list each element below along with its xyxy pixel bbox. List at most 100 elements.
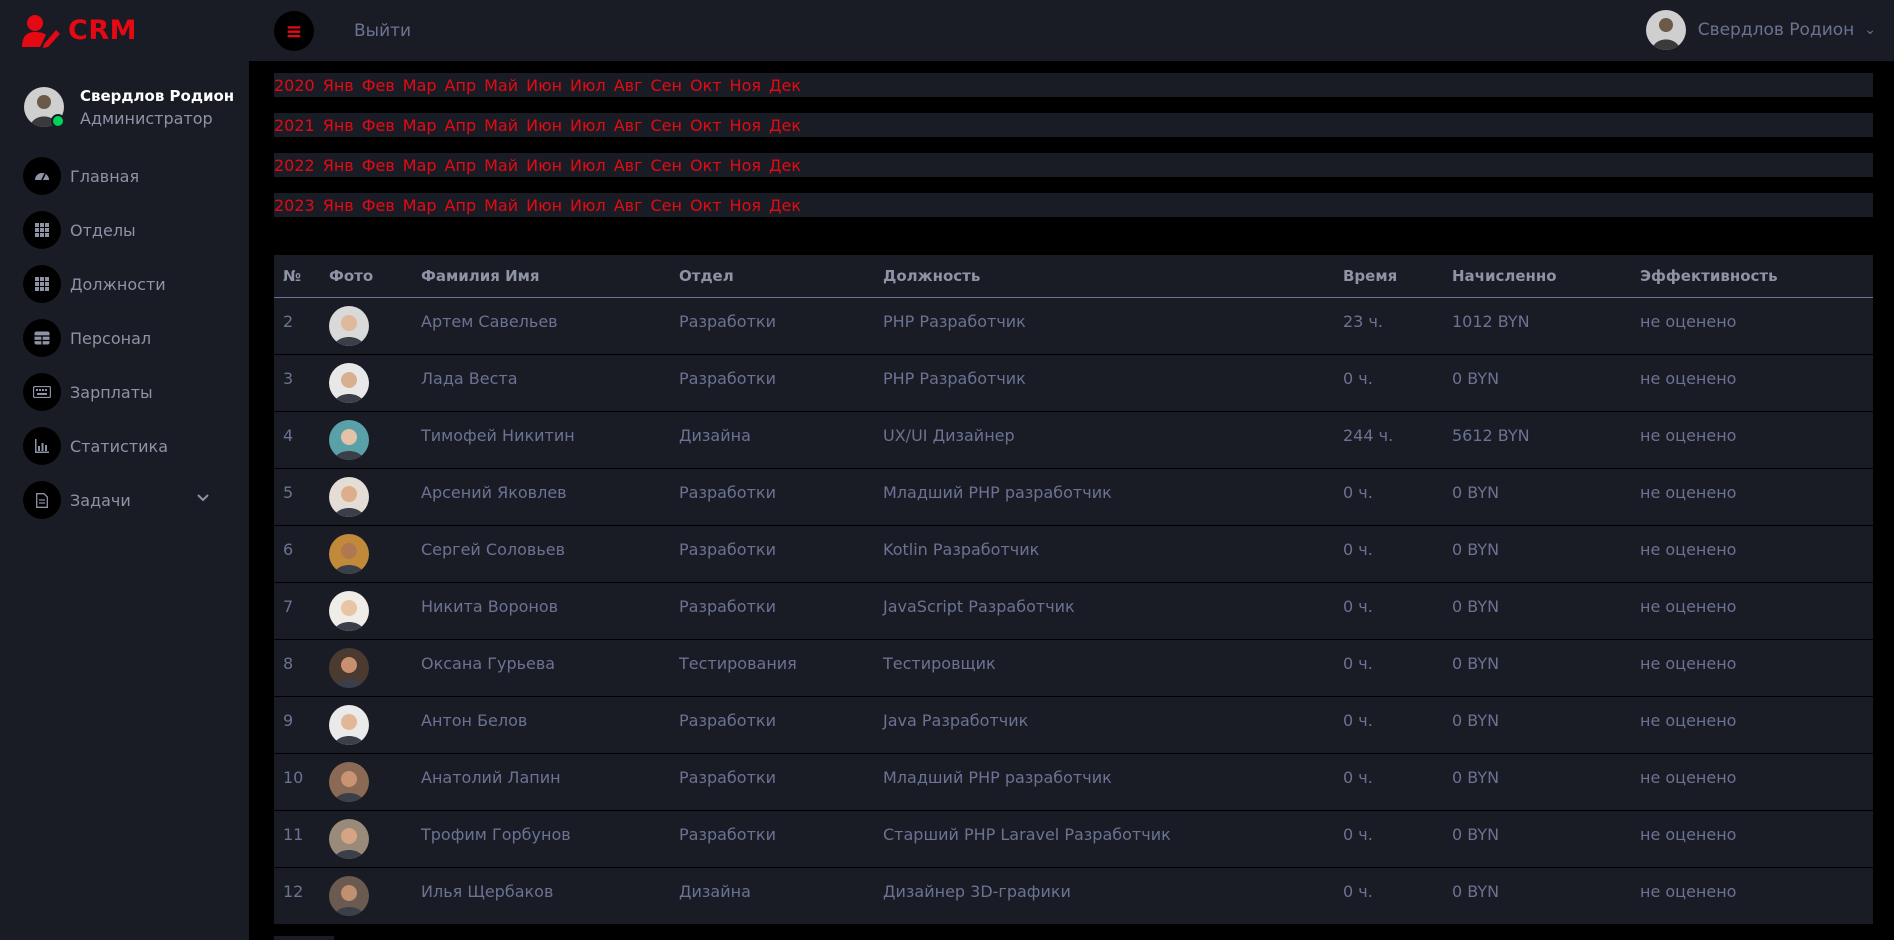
- month-link[interactable]: Сен: [650, 156, 681, 175]
- year-link[interactable]: 2021: [274, 116, 315, 135]
- avatar: [329, 648, 369, 688]
- month-link[interactable]: Авг: [614, 196, 643, 215]
- table-row[interactable]: 7 Никита Воронов Разработки JavaScript Разр…: [274, 583, 1873, 640]
- month-link[interactable]: Фев: [362, 116, 395, 135]
- sidebar-item-staff[interactable]: Персонал: [0, 311, 249, 365]
- table-header: № Фото Фамилия Имя Отдел Должность Время…: [274, 255, 1873, 298]
- month-link[interactable]: Янв: [323, 196, 354, 215]
- sidebar-item-positions[interactable]: Должности: [0, 257, 249, 311]
- month-link[interactable]: Фев: [362, 76, 395, 95]
- row-number: 2: [283, 312, 294, 331]
- table-row[interactable]: 12 Илья Щербаков Дизайна Дизайнер 3D-график…: [274, 868, 1873, 925]
- month-link[interactable]: Сен: [650, 196, 681, 215]
- salary: 0 BYN: [1452, 540, 1500, 559]
- month-link[interactable]: Май: [484, 116, 518, 135]
- month-link[interactable]: Янв: [323, 116, 354, 135]
- hours: 0 ч.: [1343, 654, 1373, 673]
- month-link[interactable]: Май: [484, 196, 518, 215]
- month-link[interactable]: Авг: [614, 156, 643, 175]
- sidebar-item-statistics[interactable]: Статистика: [0, 419, 249, 473]
- month-link[interactable]: Апр: [445, 76, 477, 95]
- position: Старший PHP Laravel Разработчик: [883, 825, 1171, 844]
- month-link[interactable]: Мар: [403, 76, 437, 95]
- table-row[interactable]: 6 Сергей Соловьев Разработки Kotlin Разрабо…: [274, 526, 1873, 583]
- hours: 23 ч.: [1343, 312, 1383, 331]
- month-link[interactable]: Май: [484, 76, 518, 95]
- month-link[interactable]: Апр: [445, 196, 477, 215]
- sidebar-item-label: Статистика: [70, 436, 168, 456]
- month-link[interactable]: Мар: [403, 116, 437, 135]
- table-row[interactable]: 9 Антон Белов Разработки Java Разработчик 0 …: [274, 697, 1873, 754]
- month-link[interactable]: Окт: [690, 156, 722, 175]
- month-link[interactable]: Сен: [650, 76, 681, 95]
- avatar: [329, 705, 369, 745]
- month-link[interactable]: Июл: [570, 156, 606, 175]
- column-header: Время: [1343, 267, 1398, 285]
- month-link[interactable]: Фев: [362, 196, 395, 215]
- photo-cell: [329, 583, 421, 631]
- month-link[interactable]: Июн: [526, 196, 562, 215]
- row-number: 12: [283, 882, 304, 901]
- month-link[interactable]: Янв: [323, 156, 354, 175]
- employee-name: Артем Савельев: [421, 312, 558, 331]
- month-link[interactable]: Май: [484, 156, 518, 175]
- month-link[interactable]: Фев: [362, 156, 395, 175]
- month-link[interactable]: Ноя: [730, 196, 761, 215]
- month-link[interactable]: Июл: [570, 116, 606, 135]
- month-link[interactable]: Дек: [769, 116, 801, 135]
- month-link[interactable]: Мар: [403, 196, 437, 215]
- month-link[interactable]: Апр: [445, 116, 477, 135]
- efficiency: не оценено: [1640, 369, 1737, 388]
- month-link[interactable]: Окт: [690, 116, 722, 135]
- month-link[interactable]: Июн: [526, 116, 562, 135]
- table-row[interactable]: 10 Анатолий Лапин Разработки Младший PHP ра…: [274, 754, 1873, 811]
- month-link[interactable]: Июл: [570, 76, 606, 95]
- menu-toggle-button[interactable]: ≡: [274, 10, 314, 51]
- efficiency: не оценено: [1640, 654, 1737, 673]
- table-row[interactable]: 8 Оксана Гурьева Тестирования Тестировщик 0 …: [274, 640, 1873, 697]
- month-link[interactable]: Дек: [769, 76, 801, 95]
- month-link[interactable]: Ноя: [730, 156, 761, 175]
- sidebar-item-tasks[interactable]: Задачи: [0, 473, 249, 527]
- table-row[interactable]: 2 Артем Савельев Разработки PHP Разработчик…: [274, 298, 1873, 355]
- month-link[interactable]: Ноя: [730, 116, 761, 135]
- table-icon: [23, 319, 61, 357]
- hours: 0 ч.: [1343, 825, 1373, 844]
- month-link[interactable]: Сен: [650, 116, 681, 135]
- year-row-2023: 2023 Янв Фев Мар Апр Май Июн Июл Авг Сен…: [274, 193, 1873, 217]
- month-link[interactable]: Авг: [614, 116, 643, 135]
- table-row[interactable]: 3 Лада Веста Разработки PHP Разработчик 0 ч.…: [274, 355, 1873, 412]
- month-link[interactable]: Апр: [445, 156, 477, 175]
- month-link[interactable]: Июн: [526, 156, 562, 175]
- sidebar-item-departments[interactable]: Отделы: [0, 203, 249, 257]
- month-link[interactable]: Окт: [690, 196, 722, 215]
- month-link[interactable]: Окт: [690, 76, 722, 95]
- efficiency: не оценено: [1640, 825, 1737, 844]
- year-link[interactable]: 2022: [274, 156, 315, 175]
- month-link[interactable]: Ноя: [730, 76, 761, 95]
- table-row[interactable]: 4 Тимофей Никитин Дизайна UX/UI Дизайнер 244…: [274, 412, 1873, 469]
- month-link[interactable]: Июн: [526, 76, 562, 95]
- table-row[interactable]: 11 Трофим Горбунов Разработки Старший PHP L…: [274, 811, 1873, 868]
- employee-name: Сергей Соловьев: [421, 540, 566, 559]
- year-link[interactable]: 2023: [274, 196, 315, 215]
- brand-logo[interactable]: CRM: [0, 14, 249, 48]
- year-link[interactable]: 2020: [274, 76, 315, 95]
- month-link[interactable]: Янв: [323, 76, 354, 95]
- row-number: 5: [283, 483, 294, 502]
- month-link[interactable]: Июл: [570, 196, 606, 215]
- salary: 5612 BYN: [1452, 426, 1530, 445]
- salary: 0 BYN: [1452, 882, 1500, 901]
- month-link[interactable]: Мар: [403, 156, 437, 175]
- table-row[interactable]: 5 Арсений Яковлев Разработки Младший PHP ра…: [274, 469, 1873, 526]
- month-link[interactable]: Авг: [614, 76, 643, 95]
- position: UX/UI Дизайнер: [883, 426, 1015, 445]
- month-link[interactable]: Дек: [769, 156, 801, 175]
- department: Разработки: [679, 540, 776, 559]
- logout-link[interactable]: Выйти: [354, 21, 411, 41]
- month-link[interactable]: Дек: [769, 196, 801, 215]
- user-menu[interactable]: Свердлов Родион ⌄: [1645, 10, 1876, 50]
- sidebar-nav: Главная Отделы Должности Персонал Зарпла…: [0, 149, 249, 527]
- sidebar-item-home[interactable]: Главная: [0, 149, 249, 203]
- sidebar-item-salaries[interactable]: Зарплаты: [0, 365, 249, 419]
